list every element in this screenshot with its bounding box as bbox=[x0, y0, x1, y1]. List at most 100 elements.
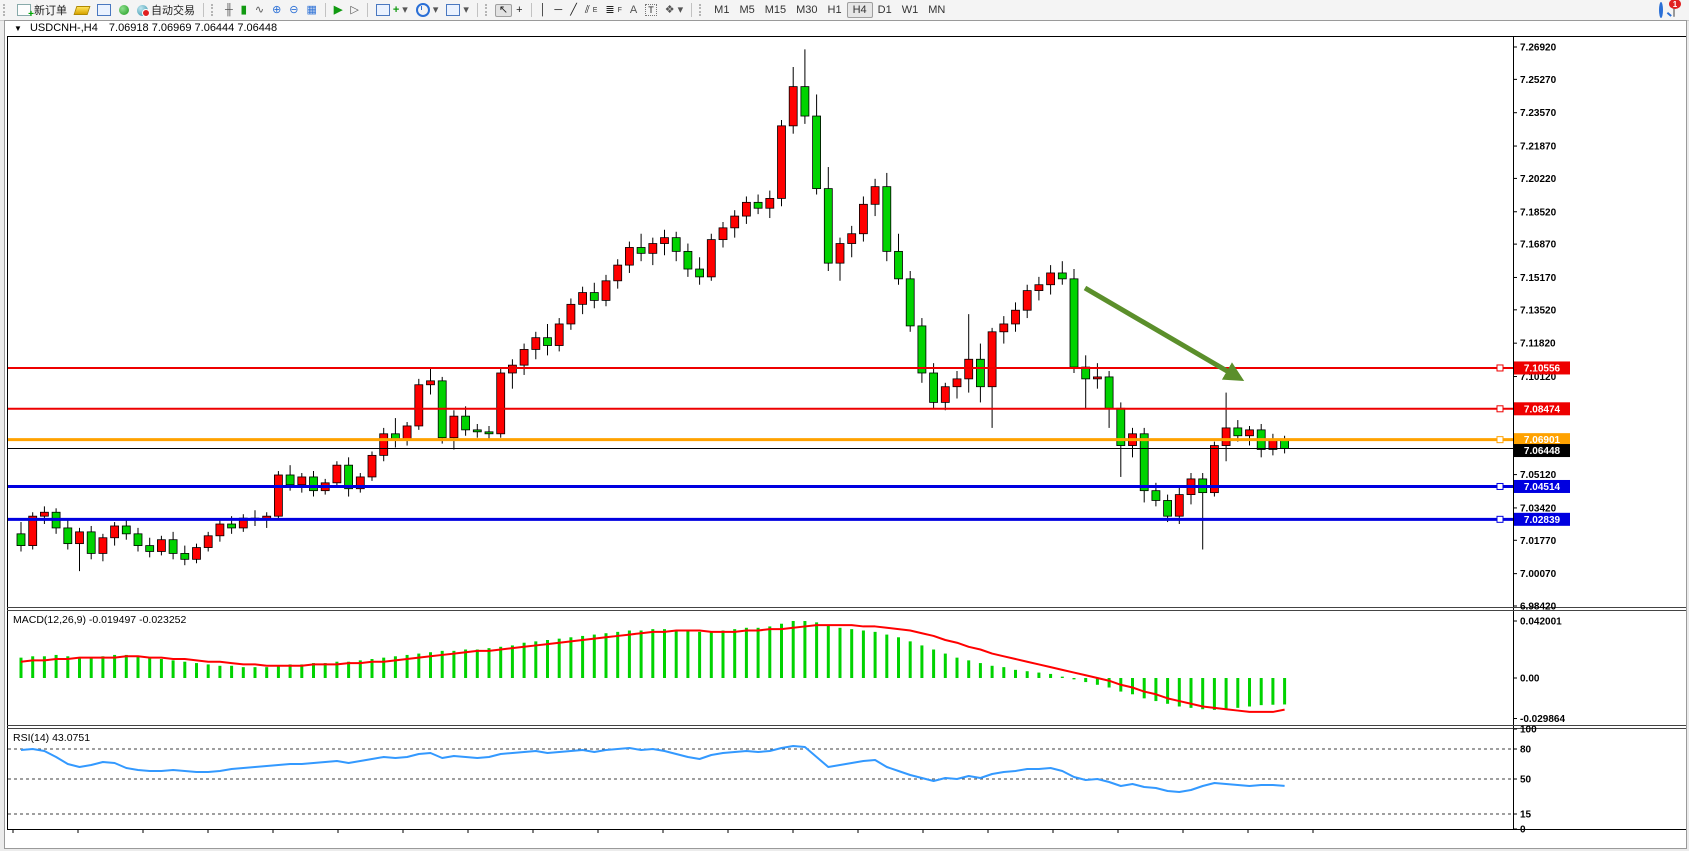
svg-text:100: 100 bbox=[1520, 725, 1537, 736]
timeframe-m30[interactable]: M30 bbox=[791, 3, 822, 17]
gold-icon bbox=[74, 6, 91, 15]
chevron-down-icon: ▾ bbox=[678, 5, 684, 16]
text-tool-icon: A bbox=[630, 5, 637, 16]
candle-chart-button[interactable]: ▮ bbox=[237, 4, 251, 17]
template-icon bbox=[446, 4, 460, 16]
indicators-icon bbox=[376, 4, 390, 16]
vertical-line-tool-button[interactable]: │ bbox=[536, 4, 551, 17]
svg-text:7.13520: 7.13520 bbox=[1520, 305, 1557, 316]
search-button[interactable] bbox=[1659, 4, 1663, 16]
shapes-tool-button[interactable]: ❖ ▾ bbox=[661, 4, 687, 17]
zoom-out-button[interactable]: ⊖ bbox=[285, 4, 302, 17]
svg-text:7.05120: 7.05120 bbox=[1520, 470, 1557, 481]
svg-text:-0.029864: -0.029864 bbox=[1520, 714, 1565, 725]
svg-text:30 Sep 08:00: 30 Sep 08:00 bbox=[958, 835, 1019, 836]
chevron-down-icon: ▾ bbox=[463, 5, 469, 16]
svg-text:7.11820: 7.11820 bbox=[1520, 339, 1556, 350]
svg-text:28 Sep 08:00: 28 Sep 08:00 bbox=[763, 835, 824, 836]
bars-chart-icon: ╫ bbox=[225, 5, 233, 16]
signal-icon bbox=[119, 5, 129, 15]
crosshair-icon: + bbox=[516, 5, 522, 16]
chart-title-bar[interactable]: ▼ USDCNH-,H4 7.06918 7.06969 7.06444 7.0… bbox=[5, 21, 1686, 36]
crosshair-tool-button[interactable]: + bbox=[512, 4, 526, 17]
chart-shift-button[interactable]: ▷ bbox=[346, 4, 362, 17]
timeframe-h1[interactable]: H1 bbox=[823, 3, 847, 17]
horizontal-line-icon: ─ bbox=[554, 5, 562, 16]
label-tool-button[interactable]: T bbox=[641, 3, 661, 17]
timeframe-m5[interactable]: M5 bbox=[734, 3, 759, 17]
new-order-button[interactable]: 新订单 bbox=[13, 1, 71, 19]
chart-canvas[interactable]: 7.269207.252707.235707.218707.202207.185… bbox=[5, 36, 1686, 836]
svg-text:3 Oct 04:00: 3 Oct 04:00 bbox=[1026, 835, 1080, 836]
notifications-button[interactable]: 1 bbox=[1673, 4, 1675, 16]
svg-text:4 Oct 12:00: 4 Oct 12:00 bbox=[1156, 835, 1210, 836]
rsi-label: RSI(14) 43.0751 bbox=[13, 732, 90, 744]
timeframe-h4[interactable]: H4 bbox=[847, 2, 873, 18]
channel-tool-button[interactable]: ⫽ E bbox=[581, 4, 602, 17]
svg-text:16 Sep 16:00: 16 Sep 16:00 bbox=[48, 835, 109, 836]
bar-chart-button[interactable]: ╫ bbox=[221, 4, 237, 17]
svg-text:26 Sep 08:00: 26 Sep 08:00 bbox=[568, 835, 629, 836]
separator bbox=[203, 3, 204, 17]
svg-text:21 Sep 12:00: 21 Sep 12:00 bbox=[308, 835, 369, 836]
horizontal-line-tool-button[interactable]: ─ bbox=[550, 4, 566, 17]
chevron-down-icon: ▾ bbox=[402, 5, 408, 16]
candles-chart-icon: ▮ bbox=[241, 5, 247, 16]
line-chart-button[interactable]: ∿ bbox=[251, 4, 268, 17]
svg-text:7.02839: 7.02839 bbox=[1524, 515, 1561, 526]
notification-badge: 1 bbox=[1669, 0, 1681, 9]
chevron-down-icon: ▾ bbox=[433, 5, 439, 16]
timeframe-m15[interactable]: M15 bbox=[760, 3, 791, 17]
timeframe-m1[interactable]: M1 bbox=[709, 3, 734, 17]
svg-text:7.23570: 7.23570 bbox=[1520, 108, 1557, 119]
cursor-tool-button[interactable]: ↖ bbox=[495, 4, 512, 17]
zoom-in-button[interactable]: ⊕ bbox=[268, 4, 285, 17]
gold-button[interactable] bbox=[71, 5, 93, 16]
chart-symbol-label: USDCNH-,H4 bbox=[30, 22, 98, 34]
plus-icon: + bbox=[393, 5, 399, 16]
toolbar-grip bbox=[3, 4, 10, 16]
svg-text:7.00070: 7.00070 bbox=[1520, 569, 1557, 580]
svg-text:5 Oct 04:00: 5 Oct 04:00 bbox=[1221, 835, 1275, 836]
svg-text:7.16870: 7.16870 bbox=[1520, 240, 1557, 251]
timeframe-mn[interactable]: MN bbox=[923, 3, 950, 17]
tile-windows-button[interactable]: ▦ bbox=[303, 4, 321, 17]
svg-text:19 Sep 12:00: 19 Sep 12:00 bbox=[113, 835, 174, 836]
svg-text:7.15170: 7.15170 bbox=[1520, 273, 1557, 284]
trendline-tool-button[interactable]: ╱ bbox=[566, 4, 581, 17]
market-watch-button[interactable] bbox=[93, 3, 115, 17]
toolbar-grip bbox=[699, 4, 706, 16]
svg-text:3 Oct 20:00: 3 Oct 20:00 bbox=[1091, 835, 1145, 836]
separator bbox=[367, 3, 368, 17]
svg-text:7.20220: 7.20220 bbox=[1520, 174, 1557, 185]
svg-text:27 Sep 16:00: 27 Sep 16:00 bbox=[698, 835, 759, 836]
separator bbox=[477, 3, 478, 17]
separator bbox=[691, 3, 692, 17]
fibonacci-tool-button[interactable]: ≣ F bbox=[601, 4, 626, 17]
channel-icon: ⫽ bbox=[585, 5, 590, 16]
svg-text:7.01770: 7.01770 bbox=[1520, 536, 1557, 547]
auto-trading-button[interactable]: 自动交易 bbox=[133, 1, 199, 19]
svg-text:7.25270: 7.25270 bbox=[1520, 75, 1557, 86]
auto-scroll-icon: ▶ bbox=[334, 5, 342, 16]
svg-text:20 Sep 20:00: 20 Sep 20:00 bbox=[243, 835, 304, 836]
svg-text:5 Oct 20:00: 5 Oct 20:00 bbox=[1286, 835, 1340, 836]
text-tool-button[interactable]: A bbox=[626, 4, 641, 17]
svg-text:0.042001: 0.042001 bbox=[1520, 617, 1562, 628]
new-order-label: 新订单 bbox=[34, 2, 67, 18]
auto-scroll-button[interactable]: ▶ bbox=[330, 4, 346, 17]
time-axis: 16 Sep 202216 Sep 16:0019 Sep 12:0020 Se… bbox=[7, 829, 1340, 836]
periods-button[interactable]: ▾ bbox=[412, 2, 443, 18]
indicators-button[interactable]: + ▾ bbox=[372, 3, 412, 17]
timeframe-w1[interactable]: W1 bbox=[897, 3, 924, 17]
signals-button[interactable] bbox=[115, 4, 133, 16]
templates-button[interactable]: ▾ bbox=[442, 3, 473, 17]
separator bbox=[531, 3, 532, 17]
separator bbox=[325, 3, 326, 17]
trendline-icon: ╱ bbox=[570, 5, 577, 16]
svg-text:22 Sep 20:00: 22 Sep 20:00 bbox=[438, 835, 499, 836]
timeframe-d1[interactable]: D1 bbox=[873, 3, 897, 17]
svg-text:7.21870: 7.21870 bbox=[1520, 142, 1557, 153]
macd-label: MACD(12,26,9) -0.019497 -0.023252 bbox=[13, 614, 187, 626]
vertical-line-icon: │ bbox=[540, 5, 547, 16]
